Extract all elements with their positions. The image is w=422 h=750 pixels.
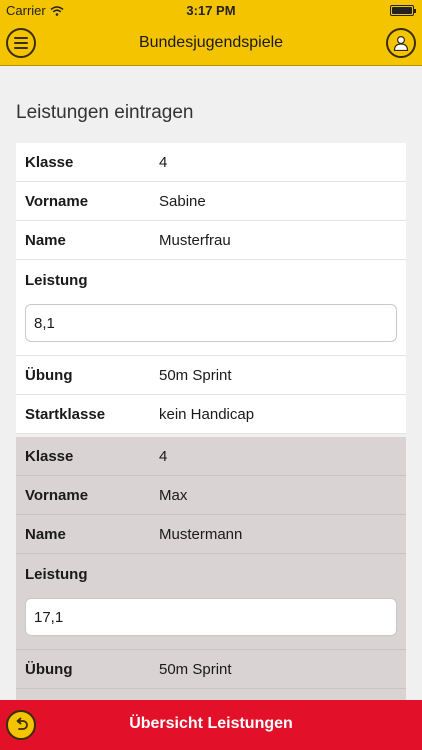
row-name: Name Musterfrau	[16, 221, 406, 260]
startklasse-value: kein Handicap	[159, 405, 255, 423]
user-icon	[393, 35, 409, 51]
leistung-block: Leistung	[16, 260, 406, 356]
row-uebung: Übung 50m Sprint	[16, 356, 406, 395]
leistung-label: Leistung	[25, 566, 88, 583]
section-title: Leistungen eintragen	[16, 102, 194, 123]
vorname-value: Max	[159, 486, 188, 504]
status-time: 3:17 PM	[186, 3, 236, 18]
vorname-value: Sabine	[159, 192, 206, 210]
row-vorname: Vorname Sabine	[16, 182, 406, 221]
klasse-value: 4	[159, 153, 168, 171]
status-bar: Carrier 3:17 PM	[0, 0, 422, 22]
content-area[interactable]: Leistungen eintragen Klasse 4 Vorname Sa…	[0, 66, 422, 700]
row-startklasse: Startklasse kein Handicap	[16, 395, 406, 434]
startklasse-label: Startklasse	[25, 405, 106, 423]
overview-label: Übersicht Leistungen	[129, 715, 293, 732]
row-vorname: Vorname Max	[16, 476, 406, 515]
name-label: Name	[25, 231, 66, 249]
klasse-label: Klasse	[25, 447, 74, 465]
entry-card: Klasse 4 Vorname Sabine Name Musterfrau …	[16, 143, 406, 434]
name-value: Mustermann	[159, 525, 243, 543]
row-name: Name Mustermann	[16, 515, 406, 554]
entry-card: Klasse 4 Vorname Max Name Mustermann Lei…	[16, 437, 406, 700]
leistung-block: Leistung	[16, 554, 406, 650]
vorname-label: Vorname	[25, 486, 89, 504]
vorname-label: Vorname	[25, 192, 89, 210]
uebung-value: 50m Sprint	[159, 660, 232, 678]
user-button[interactable]	[386, 28, 416, 58]
leistung-input[interactable]	[25, 598, 397, 636]
uebung-label: Übung	[25, 366, 73, 384]
row-uebung: Übung 50m Sprint	[16, 650, 406, 689]
klasse-value: 4	[159, 447, 168, 465]
uebung-value: 50m Sprint	[159, 366, 232, 384]
battery-icon	[390, 5, 416, 16]
row-klasse: Klasse 4	[16, 143, 406, 182]
name-label: Name	[25, 525, 66, 543]
leistung-label: Leistung	[25, 272, 88, 289]
nav-title: Bundesjugendspiele	[138, 34, 284, 51]
row-klasse: Klasse 4	[16, 437, 406, 476]
nav-bar: Bundesjugendspiele	[0, 22, 422, 66]
overview-button[interactable]: Übersicht Leistungen	[0, 700, 422, 750]
leistung-input[interactable]	[25, 304, 397, 342]
name-value: Musterfrau	[159, 231, 231, 249]
klasse-label: Klasse	[25, 153, 74, 171]
uebung-label: Übung	[25, 660, 73, 678]
row-partial	[16, 689, 406, 700]
